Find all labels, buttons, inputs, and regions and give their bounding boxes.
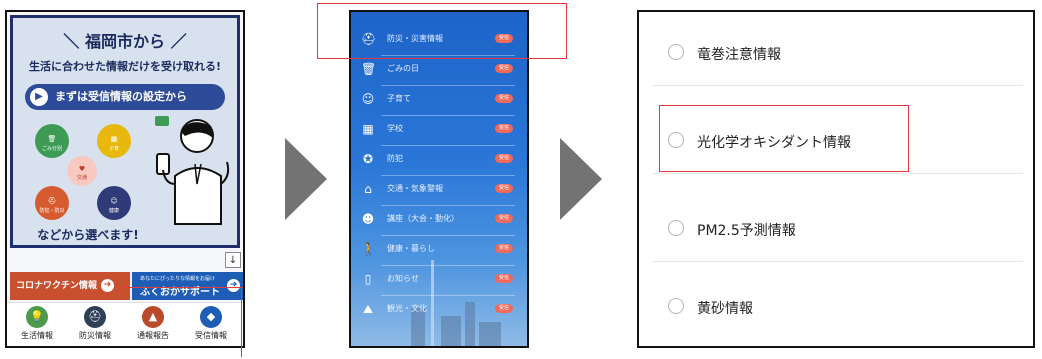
corona-vaccine-button[interactable]: コロナワクチン情報 ➜ (10, 272, 130, 300)
heart-icon: ♥ 交通 (67, 156, 97, 186)
status-badge: 受信 (495, 94, 513, 103)
nav-life-info[interactable]: 💡 生活情報 (9, 306, 65, 341)
phone-home-screen: ＼ 福岡市から ／ 生活に合わせた情報だけを受け取れる! ▶ まずは受信情報の設… (5, 10, 245, 348)
corona-vaccine-label: コロナワクチン情報 (16, 281, 98, 291)
status-badge: 受信 (495, 184, 513, 193)
people-icon: ☺ 健康 (97, 186, 131, 220)
helmet-icon: ⛑ (84, 306, 106, 328)
option-label: 黄砂情報 (697, 301, 753, 317)
helmet-icon: ⛑ 防犯・防災 (35, 186, 69, 220)
lightbulb-icon: 💡 (26, 306, 48, 328)
next-step-arrow (560, 138, 602, 220)
arrow-right-icon: ➜ (101, 279, 115, 292)
person-illustration (155, 116, 230, 225)
category-row[interactable]: ✪ 防犯 受信 (351, 146, 527, 176)
radio-button[interactable] (668, 298, 684, 314)
arrow-right-icon: ▶ (30, 88, 48, 106)
doc-icon: ▯ (364, 272, 372, 286)
promo-banner[interactable]: ＼ 福岡市から ／ 生活に合わせた情報だけを受け取れる! ▶ まずは受信情報の設… (10, 15, 240, 248)
nav-disaster-info[interactable]: ⛑ 防災情報 (67, 306, 123, 341)
alert-icon: ⌂ (364, 182, 372, 196)
option-row[interactable]: PM2.5予測情報 (653, 196, 1023, 262)
highlight-box (317, 3, 567, 59)
arrow-right-icon: ➜ (227, 279, 240, 292)
cone-icon: ▲ (142, 306, 164, 328)
radio-button[interactable] (668, 44, 684, 60)
category-row[interactable]: ☻ 講座（大会・動化） 受信 (351, 206, 527, 236)
bell-icon: ◆ (200, 306, 222, 328)
setup-button-label: まずは受信情報の設定から (55, 90, 187, 103)
status-badge: 受信 (495, 304, 513, 313)
nav-report[interactable]: ▲ 通報報告 (125, 306, 181, 341)
phone-category-list: ⛑ 防災・災害情報 受信 🗑 ごみの日 受信 ☺ 子育て 受信 ▦ 学校 受信 ✪ 防犯 受信 ⌂ 交… (349, 10, 529, 348)
category-row[interactable]: ☺ 子育て 受信 (351, 86, 527, 116)
scroll-down-button[interactable]: ↓ (225, 252, 241, 268)
setup-button[interactable]: ▶ まずは受信情報の設定から (25, 84, 225, 110)
option-label: PM2.5予測情報 (697, 223, 796, 239)
option-label: 竜巻注意情報 (697, 47, 781, 63)
highlight-line (241, 287, 242, 357)
status-badge: 受信 (495, 244, 513, 253)
category-row[interactable]: ▦ 学校 受信 (351, 116, 527, 146)
banner-subline: 生活に合わせた情報だけを受け取れる! (28, 60, 221, 73)
choose-text: などから選べます! (37, 228, 139, 242)
phone-info-options: 竜巻注意情報 光化学オキシダント情報 PM2.5予測情報 黄砂情報 (637, 10, 1035, 348)
category-row[interactable]: ▯ お知らせ 受信 (351, 266, 527, 296)
trash-icon: 🗑 (361, 62, 377, 76)
status-badge: 受信 (495, 274, 513, 283)
next-step-arrow (285, 138, 327, 220)
walk-icon: 🚶 (361, 242, 376, 256)
highlight-line (123, 287, 243, 288)
fukuoka-support-button[interactable]: あなたにぴったりな情報をお届け ふくおかサポート ➜ (132, 272, 243, 300)
people-icon: ☻ (361, 212, 375, 226)
category-row[interactable]: ⛰ 観光・文化 受信 (351, 296, 527, 326)
highlight-box (659, 105, 909, 172)
nav-received-info[interactable]: ◆ 受信情報 (183, 306, 239, 341)
category-row[interactable]: 🚶 健康・暮らし 受信 (351, 236, 527, 266)
bottom-nav: 💡 生活情報 ⛑ 防災情報 ▲ 通報報告 ◆ 受信情報 (7, 302, 243, 346)
status-badge: 受信 (495, 154, 513, 163)
police-icon: ✪ (362, 152, 374, 166)
option-row[interactable]: 竜巻注意情報 (653, 20, 1023, 86)
option-row[interactable]: 黄砂情報 (653, 274, 1023, 340)
trash-icon: 🗑 ごみ分別 (35, 124, 69, 158)
mountain-icon: ⛰ (362, 302, 374, 316)
banner-headline: ＼ 福岡市から ／ (63, 32, 187, 51)
child-icon: ☺ (361, 92, 375, 106)
status-badge: 受信 (495, 214, 513, 223)
category-row[interactable]: ⌂ 交通・気象警報 受信 (351, 176, 527, 206)
arrow-down-icon: ↓ (228, 255, 238, 266)
status-badge: 受信 (495, 64, 513, 73)
school-icon: ▦ 子育 (97, 124, 131, 158)
status-badge: 受信 (495, 124, 513, 133)
radio-button[interactable] (668, 220, 684, 236)
school-icon: ▦ (362, 122, 374, 136)
category-row[interactable]: 🗑 ごみの日 受信 (351, 56, 527, 86)
